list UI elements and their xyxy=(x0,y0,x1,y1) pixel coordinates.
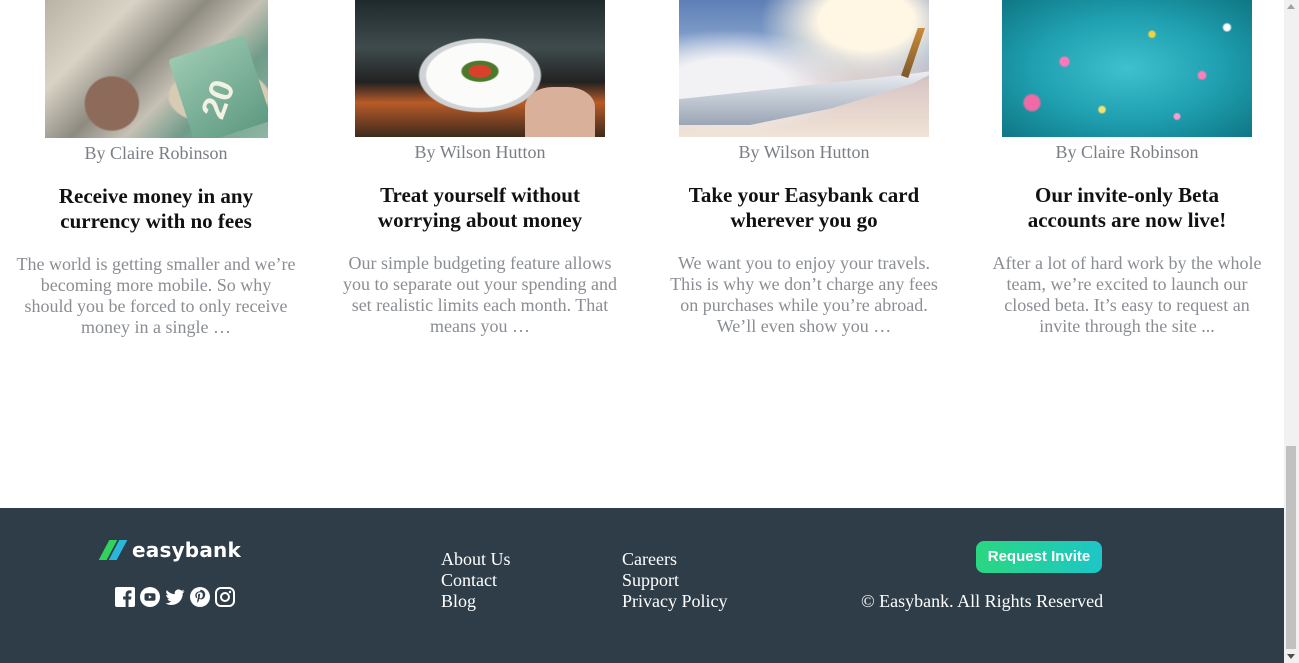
excerpt-line: team, we’re excited to launch our xyxy=(1006,274,1248,294)
facebook-icon-glyph xyxy=(115,587,135,607)
article-title[interactable]: Receive money in any currency with no fe… xyxy=(6,184,306,234)
article-title-line[interactable]: Receive money in any xyxy=(6,184,306,209)
excerpt-line: set realistic limits each month. That xyxy=(351,295,609,315)
footer-link-contact[interactable]: Contact xyxy=(441,570,511,591)
article-excerpt: We want you to enjoy your travels. This … xyxy=(654,253,954,337)
article-card[interactable]: By Claire Robinson Our invite-only Beta … xyxy=(977,0,1277,337)
vertical-scrollbar[interactable] xyxy=(1284,0,1299,663)
winglet-shape xyxy=(901,28,925,78)
article-title-line[interactable]: worrying about money xyxy=(330,208,630,233)
footer-link-blog[interactable]: Blog xyxy=(441,591,511,612)
article-title[interactable]: Take your Easybank card wherever you go xyxy=(654,183,954,233)
excerpt-line: on purchases while you’re abroad. xyxy=(680,295,928,315)
scrollbar-thumb[interactable] xyxy=(1286,446,1296,649)
article-card[interactable]: 20 By Claire Robinson Receive money in a… xyxy=(6,0,306,338)
article-image-airplane[interactable] xyxy=(679,0,929,137)
site-footer: easybank About Us Contact Blog Careers S… xyxy=(0,508,1284,663)
footer-links-secondary: Careers Support Privacy Policy xyxy=(622,549,728,612)
excerpt-line: means you … xyxy=(430,316,530,336)
excerpt-line: We’ll even show you … xyxy=(716,316,892,336)
article-author: By Claire Robinson xyxy=(1055,142,1199,162)
social-links xyxy=(115,587,235,607)
article-image-money[interactable]: 20 xyxy=(44,0,268,138)
article-title-line[interactable]: wherever you go xyxy=(654,208,954,233)
article-card[interactable]: By Wilson Hutton Take your Easybank card… xyxy=(654,0,954,337)
article-card[interactable]: By Wilson Hutton Treat yourself without … xyxy=(330,0,630,337)
article-title[interactable]: Treat yourself without worrying about mo… xyxy=(330,183,630,233)
footer-links-primary: About Us Contact Blog xyxy=(441,549,511,612)
article-image-restaurant[interactable] xyxy=(355,0,605,137)
youtube-icon[interactable] xyxy=(140,587,160,607)
logo-text: easybank xyxy=(132,538,241,562)
footer-logo[interactable]: easybank xyxy=(98,538,241,562)
excerpt-line: After a lot of hard work by the whole xyxy=(992,253,1262,273)
excerpt-line: you to separate out your spending and xyxy=(343,274,617,294)
excerpt-line: should you be forced to only receive xyxy=(24,296,288,316)
logo-mark-icon xyxy=(98,539,128,561)
article-title-line[interactable]: Our invite-only Beta xyxy=(977,183,1277,208)
footer-link-support[interactable]: Support xyxy=(622,570,728,591)
article-excerpt: After a lot of hard work by the whole te… xyxy=(977,253,1277,337)
footer-link-careers[interactable]: Careers xyxy=(622,549,728,570)
excerpt-line: becoming more mobile. So why xyxy=(40,275,272,295)
article-author: By Wilson Hutton xyxy=(738,142,870,162)
page: 20 By Claire Robinson Receive money in a… xyxy=(0,0,1284,663)
article-author: By Claire Robinson xyxy=(84,143,228,163)
copyright-text: © Easybank. All Rights Reserved xyxy=(861,591,1104,611)
excerpt-line: money in a single … xyxy=(81,317,231,337)
article-author: By Wilson Hutton xyxy=(414,142,546,162)
twitter-icon-glyph xyxy=(165,589,185,605)
article-image-confetti[interactable] xyxy=(1002,0,1252,137)
article-title-line[interactable]: currency with no fees xyxy=(6,209,306,234)
youtube-icon-glyph xyxy=(140,587,160,607)
footer-link-privacy-policy[interactable]: Privacy Policy xyxy=(622,591,728,612)
pinterest-icon-glyph xyxy=(190,587,210,607)
facebook-icon[interactable] xyxy=(115,587,135,607)
twitter-icon[interactable] xyxy=(165,587,185,607)
instagram-icon-glyph xyxy=(215,587,235,607)
footer-link-about-us[interactable]: About Us xyxy=(441,549,511,570)
article-title-line[interactable]: accounts are now live! xyxy=(977,208,1277,233)
wing-shape xyxy=(679,70,929,125)
excerpt-line: The world is getting smaller and we’re xyxy=(16,254,296,274)
article-title[interactable]: Our invite-only Beta accounts are now li… xyxy=(977,183,1277,233)
excerpt-line: We want you to enjoy your travels. xyxy=(678,253,930,273)
scroll-down-arrow-icon[interactable] xyxy=(1287,654,1295,659)
excerpt-line: Our simple budgeting feature allows xyxy=(348,253,612,273)
excerpt-line: closed beta. It’s easy to request an xyxy=(1004,295,1250,315)
hand-shape xyxy=(525,87,595,137)
article-title-line[interactable]: Take your Easybank card xyxy=(654,183,954,208)
excerpt-line: invite through the site ... xyxy=(1039,316,1215,336)
request-invite-button[interactable]: Request Invite xyxy=(976,541,1102,573)
article-excerpt: The world is getting smaller and we’re b… xyxy=(6,254,306,338)
excerpt-line: This is why we don’t charge any fees xyxy=(670,274,938,294)
pinterest-icon[interactable] xyxy=(190,587,210,607)
scroll-up-arrow-icon[interactable] xyxy=(1287,4,1295,9)
article-title-line[interactable]: Treat yourself without xyxy=(330,183,630,208)
article-excerpt: Our simple budgeting feature allows you … xyxy=(330,253,630,337)
instagram-icon[interactable] xyxy=(215,587,235,607)
